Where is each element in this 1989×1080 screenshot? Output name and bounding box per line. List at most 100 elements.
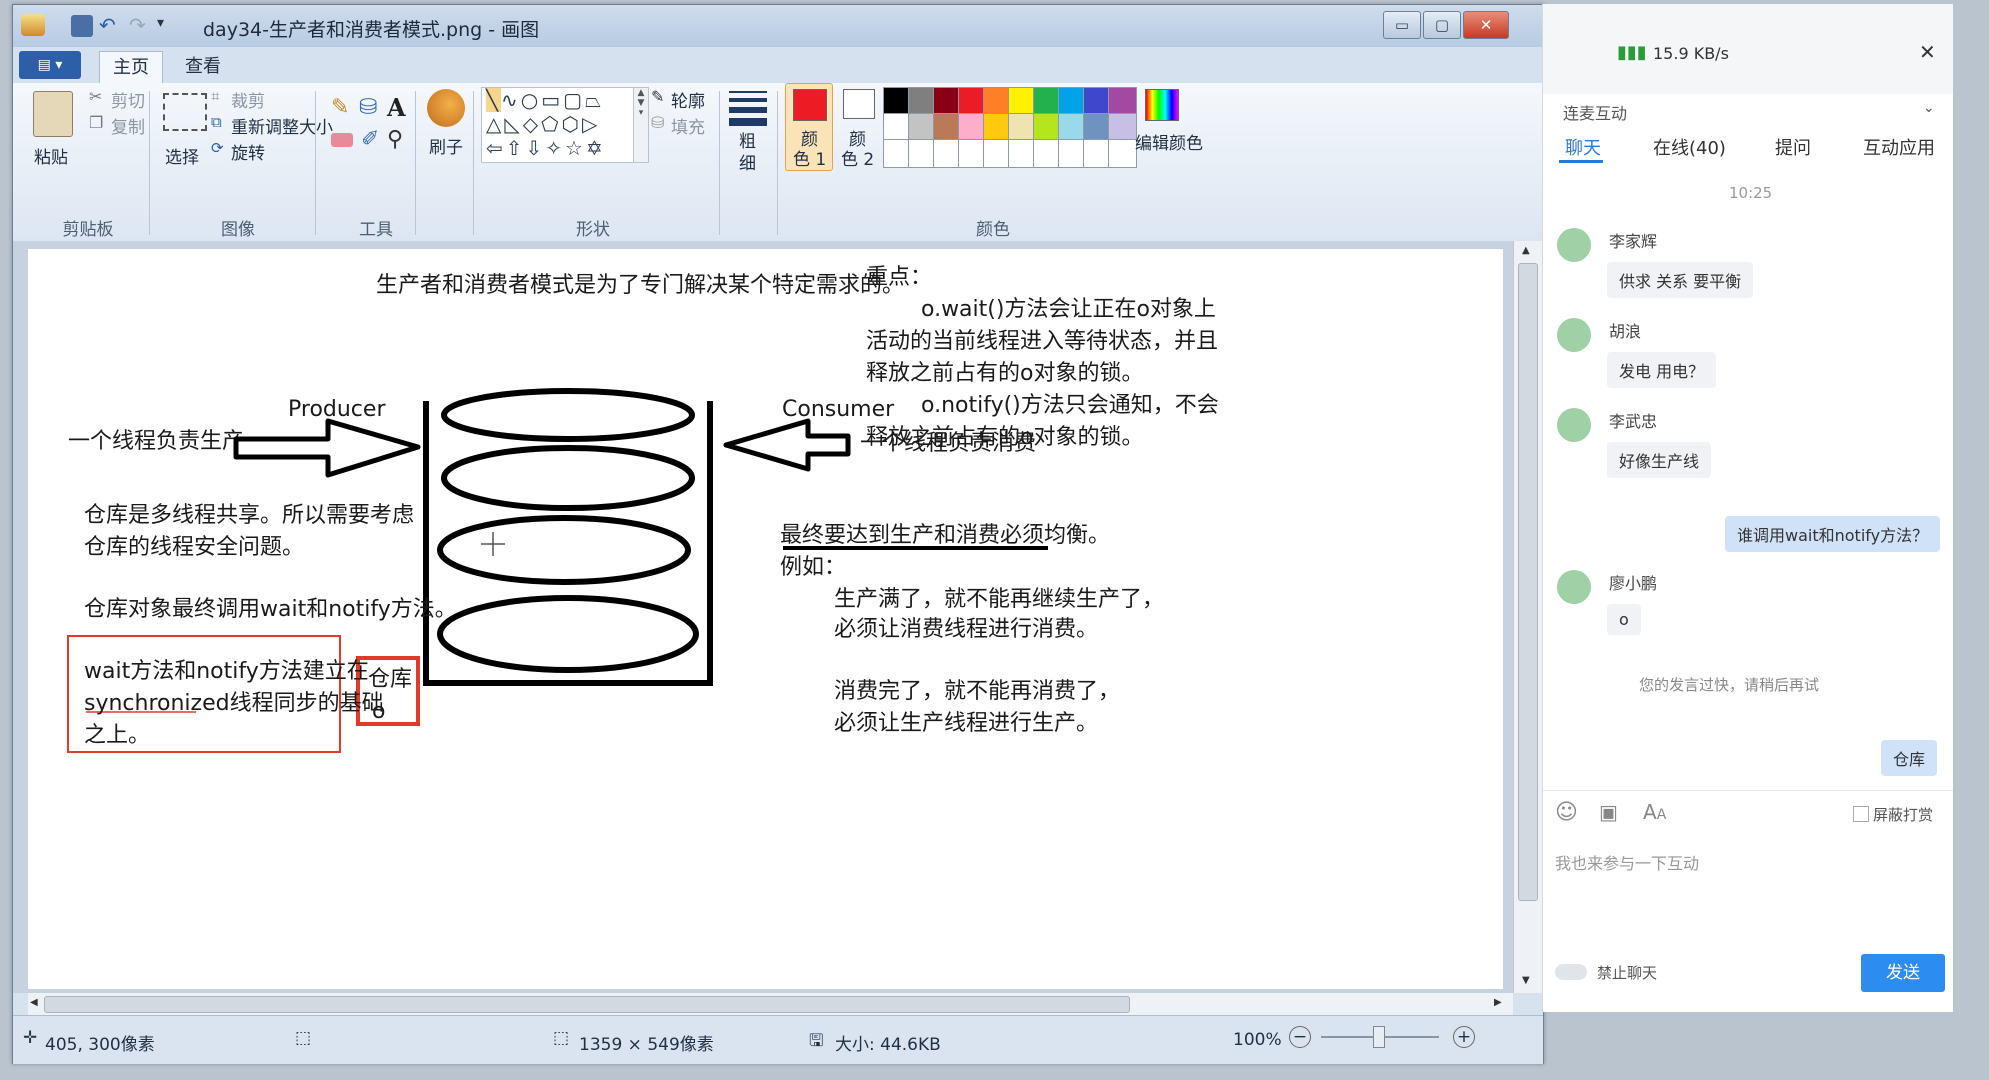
mute-toggle[interactable] <box>1555 964 1587 980</box>
cut-button[interactable]: 剪切 <box>111 87 145 112</box>
tab-view[interactable]: 查看 <box>173 51 233 83</box>
avatar <box>1557 228 1591 262</box>
paste-button[interactable]: 粘贴 <box>34 143 68 168</box>
edit-colors-icon[interactable] <box>1145 89 1179 121</box>
customize-quick-access-icon[interactable]: ▾ <box>157 15 164 31</box>
tab-online[interactable]: 在线(40) <box>1653 134 1726 160</box>
vertical-scroll-thumb[interactable] <box>1518 263 1538 901</box>
brush-icon[interactable] <box>427 89 465 127</box>
separator <box>415 91 416 235</box>
consumer-arrow <box>723 418 851 472</box>
scroll-left-icon[interactable]: ◀ <box>30 997 38 1008</box>
tab-chat[interactable]: 聊天 <box>1565 134 1601 160</box>
text-tool-icon[interactable]: A <box>387 93 406 122</box>
emoji-icon[interactable]: ☺ <box>1555 800 1578 825</box>
drawing-canvas[interactable]: 生产者和消费者模式是为了专门解决某个特定需求的。 重点： o.wait()方法会… <box>28 249 1503 989</box>
rate-limit-notice: 您的发言过快，请稍后再试 <box>1639 676 1820 694</box>
scroll-right-icon[interactable]: ▶ <box>1494 997 1502 1008</box>
avatar <box>1557 408 1591 442</box>
storage-slot <box>441 445 695 511</box>
note-line: 之上。 <box>84 723 151 748</box>
eraser-icon[interactable] <box>331 133 353 147</box>
image-dimensions: 1359 × 549像素 <box>579 1035 714 1055</box>
outline-button[interactable]: 轮廓 <box>671 87 705 112</box>
save-icon[interactable] <box>71 15 93 37</box>
file-menu-button[interactable]: ▤ ▾ <box>19 51 81 79</box>
separator <box>315 91 316 235</box>
zoom-slider-thumb[interactable] <box>1373 1026 1385 1048</box>
vertical-scrollbar[interactable]: ▲ ▼ <box>1513 241 1542 993</box>
file-size: 大小: 44.6KB <box>835 1035 941 1055</box>
horizontal-scrollbar[interactable]: ◀ ▶ <box>28 993 1513 1015</box>
avatar <box>1557 570 1591 604</box>
palette-swatch[interactable] <box>1108 113 1137 142</box>
select-button[interactable]: 选择 <box>165 143 199 168</box>
scroll-up-icon[interactable]: ▲ <box>1522 245 1530 256</box>
storage-slot <box>437 515 691 585</box>
group-label-clipboard: 剪贴板 <box>62 220 114 240</box>
horizontal-scroll-thumb[interactable] <box>44 996 1130 1013</box>
message-bubble: 供求 关系 要平衡 <box>1607 262 1754 298</box>
minimize-button[interactable]: ▭ <box>1383 11 1421 39</box>
font-icon[interactable]: AA <box>1643 800 1666 824</box>
self-message-bubble: 谁调用wait和notify方法？ <box>1725 516 1941 552</box>
zoom-in-icon[interactable]: + <box>1453 1026 1475 1048</box>
pencil-icon[interactable]: ✎ <box>331 95 349 120</box>
shapes-gallery[interactable]: ╲∿○▭▢⏢ △◺◇⬠⬡▷ ⇦⇧⇩✧☆✡ <box>481 87 639 163</box>
block-reward-checkbox[interactable] <box>1853 806 1869 822</box>
shapes-scroll[interactable]: ▲ ▼ ▾ <box>633 87 649 163</box>
scroll-down-icon[interactable]: ▼ <box>1522 975 1530 986</box>
redo-icon[interactable]: ↷ <box>129 13 146 37</box>
crop-button[interactable]: 裁剪 <box>231 87 265 112</box>
rotate-button[interactable]: 旋转 <box>231 139 265 164</box>
size-label-2[interactable]: 细 <box>739 149 756 174</box>
zoom-out-icon[interactable]: − <box>1289 1026 1311 1048</box>
palette-swatch[interactable] <box>1108 139 1137 168</box>
edit-colors-button[interactable]: 编辑颜色 <box>1135 129 1203 154</box>
shape-line-icon[interactable]: ╲ <box>486 88 502 112</box>
zoom-level: 100% <box>1233 1030 1282 1050</box>
tab-questions[interactable]: 提问 <box>1775 134 1811 160</box>
separator <box>777 91 778 235</box>
select-rect-icon[interactable] <box>163 93 207 131</box>
rotate-icon: ⟳ <box>211 139 224 157</box>
color-picker-icon[interactable]: ✐ <box>361 127 379 152</box>
avatar <box>1557 318 1591 352</box>
color2-swatch[interactable] <box>843 89 875 119</box>
tab-apps[interactable]: 互动应用 <box>1863 134 1935 160</box>
self-message-bubble: 仓库 <box>1881 740 1938 776</box>
magnifier-icon[interactable]: ⚲ <box>387 127 403 152</box>
maximize-button[interactable]: ▢ <box>1423 11 1461 39</box>
paint-app-icon[interactable] <box>21 14 45 36</box>
color2-label-2: 色 2 <box>841 150 875 170</box>
paste-icon[interactable] <box>33 91 73 137</box>
tab-home[interactable]: 主页 <box>99 51 163 84</box>
separator <box>719 91 720 235</box>
block-reward-label: 屏蔽打赏 <box>1873 806 1934 824</box>
title-bar: ↶ ↷ ▾ day34-生产者和消费者模式.png - 画图 ▭ ▢ ✕ <box>13 5 1543 47</box>
chat-header: ▮▮▮ 15.9 KB/s ✕ <box>1543 4 1953 94</box>
example-line: 必须让消费线程进行消费。 <box>834 617 1099 642</box>
copy-button[interactable]: 复制 <box>111 113 145 138</box>
time-stamp: 10:25 <box>1729 184 1773 202</box>
chat-input[interactable]: 我也来参与一下互动 <box>1555 850 1945 950</box>
ribbon: 粘贴 ✂ 剪切 ❐ 复制 剪贴板 选择 ⌗ 裁剪 ⧉ 重新调整大小 ⟳ 旋转 图… <box>13 83 1543 242</box>
resize-button[interactable]: 重新调整大小 <box>231 113 333 138</box>
palette-swatch[interactable] <box>1108 87 1137 116</box>
fill-bucket-icon[interactable]: ⛁ <box>359 95 377 120</box>
size-lines-icon[interactable] <box>729 91 767 126</box>
fill-button[interactable]: 填充 <box>671 113 705 138</box>
brush-button[interactable]: 刷子 <box>429 133 463 158</box>
close-button[interactable]: ✕ <box>1463 11 1509 39</box>
image-icon[interactable]: ▣ <box>1599 800 1618 824</box>
chat-input-divider <box>1543 790 1953 791</box>
cursor-position: 405, 300像素 <box>45 1035 155 1055</box>
copy-icon: ❐ <box>89 113 104 132</box>
message-sender: 李武忠 <box>1609 412 1658 431</box>
chat-panel: ▮▮▮ 15.9 KB/s ✕ 连麦互动 ⌄ 聊天 在线(40) 提问 互动应用… <box>1542 4 1953 1012</box>
send-button[interactable]: 发送 <box>1861 954 1945 992</box>
undo-icon[interactable]: ↶ <box>99 13 116 37</box>
collapse-icon[interactable]: ⌄ <box>1923 100 1935 116</box>
warehouse-container <box>423 401 713 686</box>
close-chat-icon[interactable]: ✕ <box>1919 40 1936 64</box>
